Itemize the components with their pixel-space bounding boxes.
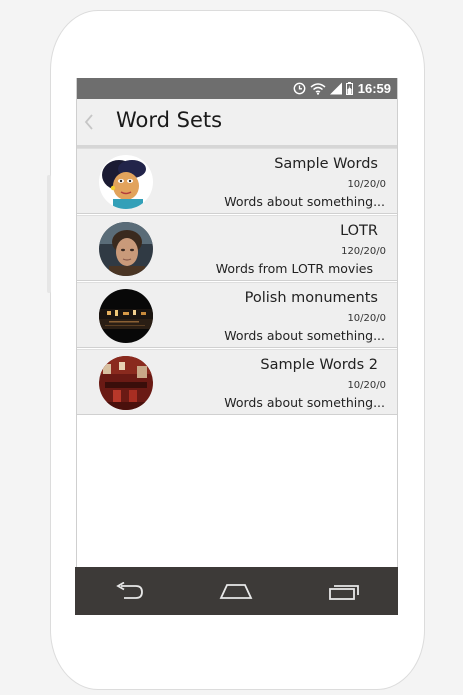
word-set-list: Sample Words 10/20/0 Words about somethi…: [77, 148, 397, 416]
home-icon[interactable]: [206, 567, 266, 615]
word-set-title: Sample Words: [274, 156, 378, 172]
app-bar: Word Sets: [77, 99, 397, 148]
word-set-description: Words about something...: [224, 328, 385, 343]
system-nav-bar: [75, 567, 398, 615]
recent-apps-icon[interactable]: [314, 567, 374, 615]
word-set-description: Words about something...: [224, 194, 385, 209]
word-set-row[interactable]: Sample Words 2 10/20/0 Words about somet…: [77, 349, 397, 415]
word-set-title: LOTR: [340, 223, 378, 239]
wifi-icon: [310, 82, 326, 95]
word-set-description: Words about something...: [224, 395, 385, 410]
cartoon-princess-avatar: [99, 155, 153, 209]
word-set-title: Sample Words 2: [260, 357, 378, 373]
signal-icon: [329, 82, 342, 95]
page-title: Word Sets: [116, 108, 223, 132]
chevron-left-icon[interactable]: [83, 112, 95, 132]
device-screen: 16:59 Word Sets Sample Words 10/20/0 Wor…: [76, 78, 398, 615]
word-set-description: Words from LOTR movies: [215, 261, 373, 276]
status-time: 16:59: [357, 81, 391, 96]
word-set-stats: 120/20/0: [341, 246, 386, 257]
word-set-stats: 10/20/0: [347, 179, 386, 190]
word-set-row[interactable]: Sample Words 10/20/0 Words about somethi…: [77, 148, 397, 214]
phone-side-button: [47, 175, 51, 293]
alarm-clock-icon: [293, 82, 306, 95]
word-set-row[interactable]: Polish monuments 10/20/0 Words about som…: [77, 282, 397, 348]
movie-character-avatar: [99, 222, 153, 276]
word-set-title: Polish monuments: [244, 290, 378, 306]
status-icons: 16:59: [293, 80, 391, 97]
status-bar: 16:59: [77, 78, 397, 99]
battery-charging-icon: [345, 82, 353, 95]
red-interior-avatar: [99, 356, 153, 410]
night-city-avatar: [99, 289, 153, 343]
word-set-stats: 10/20/0: [347, 313, 386, 324]
back-icon[interactable]: [99, 567, 159, 615]
word-set-row[interactable]: LOTR 120/20/0 Words from LOTR movies: [77, 215, 397, 281]
word-set-stats: 10/20/0: [347, 380, 386, 391]
